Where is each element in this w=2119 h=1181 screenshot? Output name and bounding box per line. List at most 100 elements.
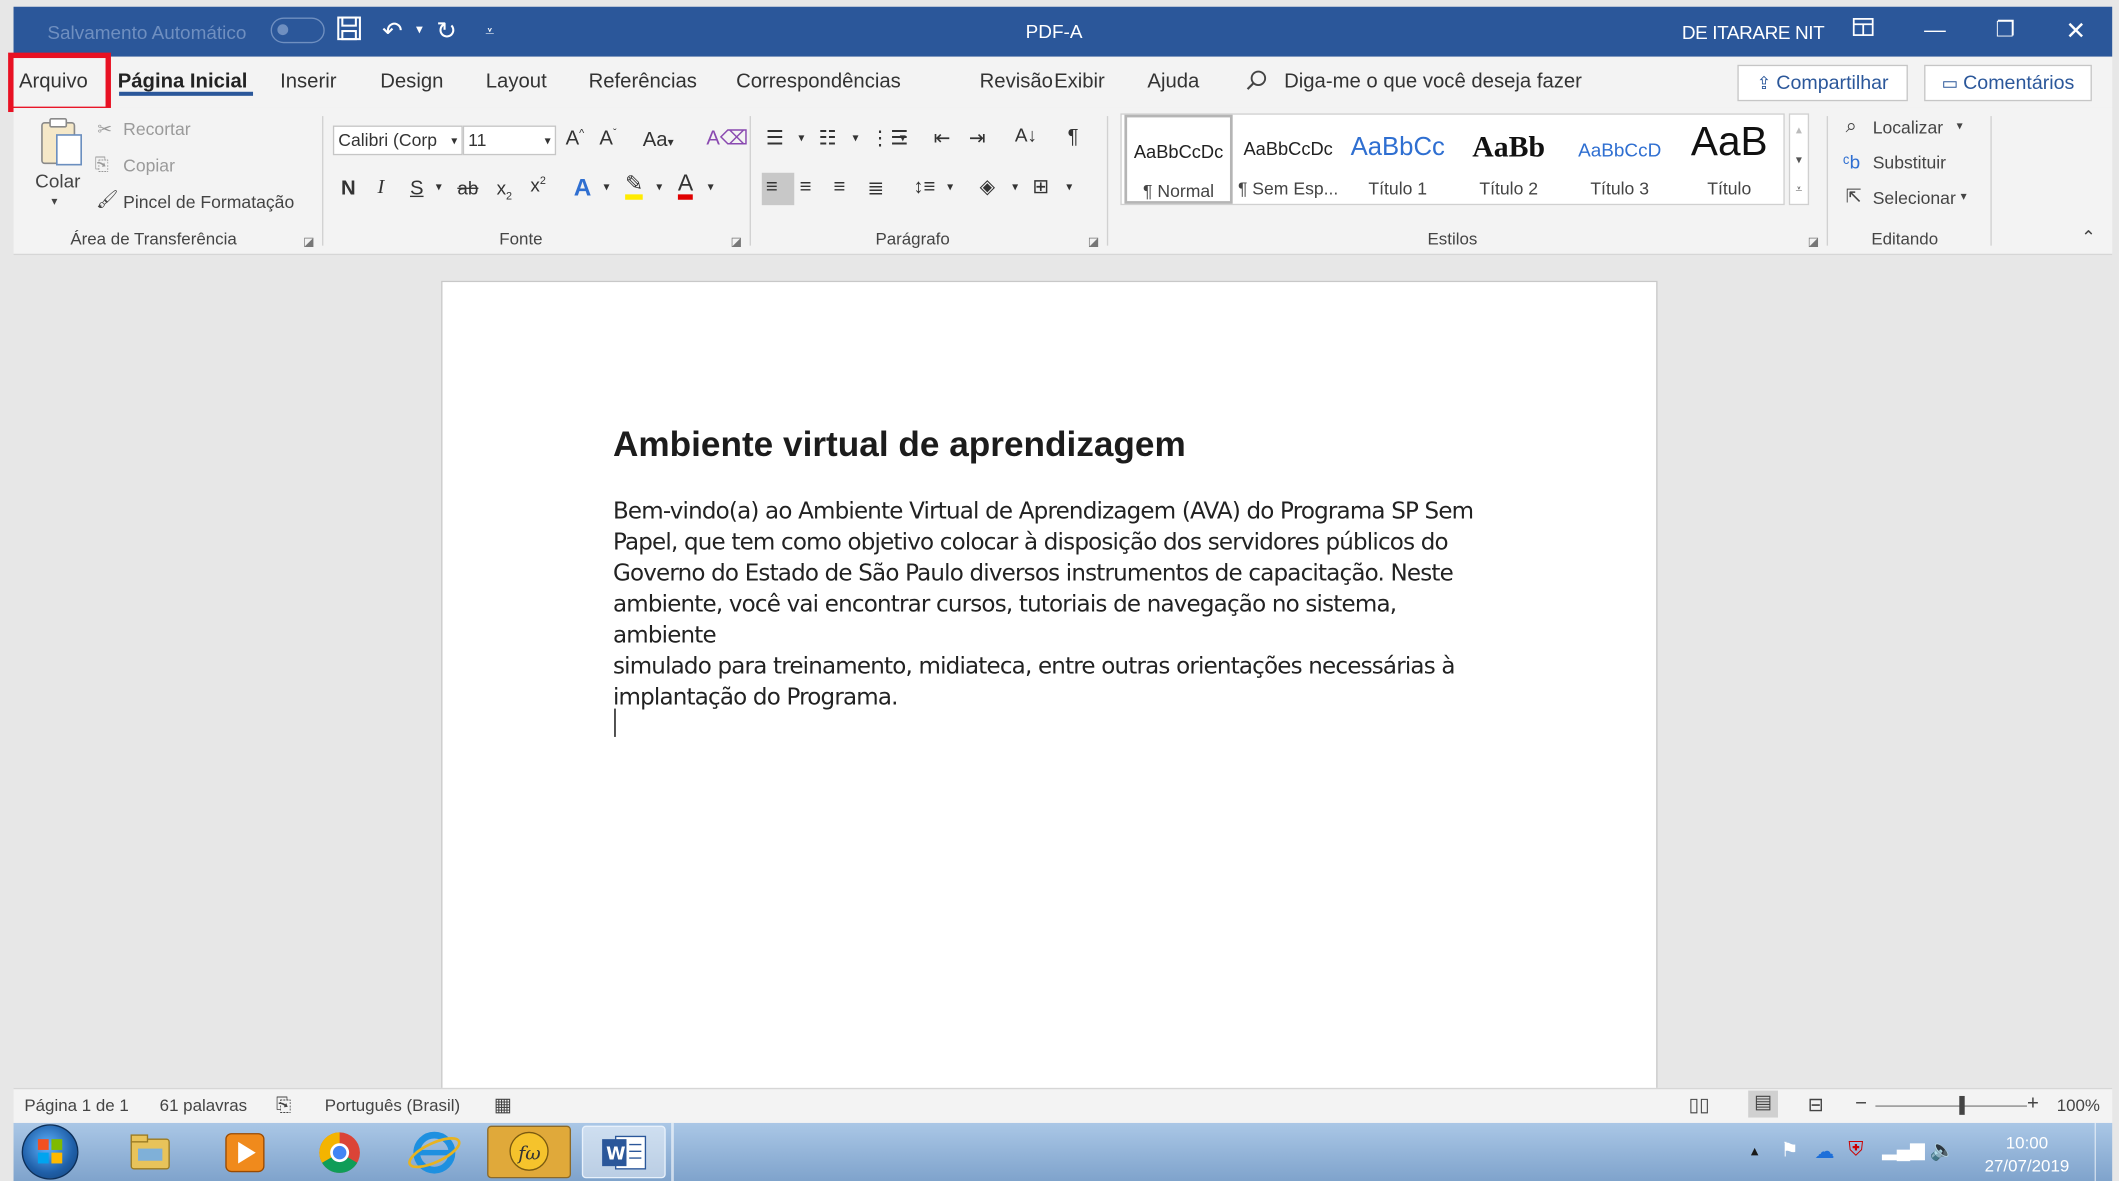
internet-explorer-icon[interactable] — [392, 1126, 476, 1179]
line-spacing-dropdown-icon[interactable]: ▾ — [947, 180, 953, 195]
strikethrough-button[interactable]: ab — [457, 177, 478, 199]
change-case-button[interactable]: Aa▾ — [643, 128, 674, 151]
network-icon[interactable]: ▂▄▆ — [1882, 1138, 1925, 1161]
grow-font-icon[interactable]: A^ — [566, 127, 585, 150]
font-name-dropdown-icon[interactable]: ▾ — [451, 127, 457, 154]
show-marks-icon[interactable]: ¶ — [1068, 126, 1079, 149]
align-center-icon[interactable]: ≡ — [800, 175, 812, 198]
bullets-icon[interactable]: ☰ — [766, 126, 784, 150]
font-name-combo[interactable]: Calibri (Corp ▾ — [332, 125, 463, 156]
styles-launcher-icon[interactable]: ◪ — [1808, 235, 1820, 250]
ribbon-display-options-icon[interactable] — [1832, 7, 1894, 57]
page-count[interactable]: Página 1 de 1 — [24, 1096, 128, 1115]
media-player-icon[interactable] — [203, 1126, 287, 1179]
decrease-indent-icon[interactable]: ⇤ — [934, 126, 951, 150]
style-normal[interactable]: AaBbCcDc ¶ Normal — [1124, 114, 1233, 204]
onedrive-icon[interactable]: ☁ — [1815, 1139, 1835, 1163]
close-icon[interactable]: ✕ — [2045, 7, 2107, 57]
tab-inserir[interactable]: Inserir — [280, 70, 336, 93]
style-heading-1[interactable]: AaBbCc Título 1 — [1345, 115, 1451, 204]
font-color-dropdown-icon[interactable]: ▾ — [708, 180, 714, 195]
tell-me-input[interactable]: Diga-me o que você deseja fazer — [1284, 70, 1582, 93]
search-icon[interactable] — [1245, 69, 1269, 93]
zoom-in-icon[interactable]: + — [2027, 1092, 2039, 1115]
highlight-dropdown-icon[interactable]: ▾ — [656, 180, 662, 195]
shading-icon[interactable]: ◈ — [980, 174, 996, 198]
zoom-level[interactable]: 100% — [2057, 1096, 2100, 1115]
copy-button[interactable]: Copiar — [123, 155, 175, 175]
tab-revisao[interactable]: Revisão — [980, 70, 1053, 93]
style-heading-2[interactable]: AaBb Título 2 — [1455, 115, 1563, 204]
volume-icon[interactable]: 🔈 — [1930, 1138, 1955, 1162]
text-effects-dropdown-icon[interactable]: ▾ — [603, 180, 609, 195]
multilevel-dropdown-icon[interactable]: ▾ — [900, 131, 906, 146]
subscript-icon[interactable]: x2 — [497, 177, 512, 202]
justify-icon[interactable]: ≣ — [867, 175, 884, 200]
save-icon[interactable] — [333, 15, 365, 47]
language[interactable]: Português (Brasil) — [325, 1096, 460, 1115]
chrome-icon[interactable] — [298, 1126, 382, 1179]
clipboard-launcher-icon[interactable]: ◪ — [303, 235, 315, 250]
tab-referencias[interactable]: Referências — [589, 70, 697, 93]
shrink-font-icon[interactable]: Aˇ — [599, 127, 616, 150]
clock[interactable]: 10:00 27/07/2019 — [1973, 1132, 2081, 1178]
sort-icon[interactable]: A↓ — [1015, 124, 1037, 146]
sp-sem-papel-app-icon[interactable]: fω — [487, 1125, 572, 1179]
paste-icon[interactable] — [38, 116, 87, 167]
tab-pagina-inicial[interactable]: Página Inicial — [118, 70, 248, 93]
styles-scroll-up-icon[interactable]: ▴ — [1790, 115, 1808, 145]
select-button[interactable]: Selecionar — [1873, 188, 1956, 208]
proofing-icon[interactable]: ⎘ — [276, 1093, 291, 1116]
minimize-icon[interactable]: — — [1904, 7, 1966, 57]
zoom-out-icon[interactable]: − — [1855, 1092, 1867, 1115]
replace-button[interactable]: Substituir — [1873, 153, 1946, 173]
underline-button[interactable]: S — [410, 177, 424, 200]
tab-exibir[interactable]: Exibir — [1054, 70, 1105, 93]
underline-dropdown-icon[interactable]: ▾ — [436, 180, 442, 195]
font-launcher-icon[interactable]: ◪ — [731, 235, 743, 250]
highlight-color-icon[interactable]: ✎ — [625, 173, 644, 200]
start-button[interactable] — [21, 1124, 79, 1180]
styles-scroll-down-icon[interactable]: ▾ — [1790, 144, 1808, 174]
bold-button[interactable]: N — [341, 177, 356, 200]
macro-icon[interactable]: ▦ — [494, 1093, 512, 1116]
restore-icon[interactable]: ❐ — [1974, 7, 2036, 57]
collapse-ribbon-icon[interactable]: ⌃ — [2081, 227, 2096, 249]
clear-formatting-icon[interactable]: A⌫ — [706, 126, 748, 150]
style-heading-3[interactable]: AaBbCcD Título 3 — [1567, 115, 1673, 204]
find-button[interactable]: Localizar — [1873, 117, 1943, 137]
user-name[interactable]: DE ITARARE NIT — [1682, 22, 1825, 44]
print-layout-icon[interactable]: ▤ — [1748, 1090, 1778, 1118]
word-icon[interactable]: W — [581, 1125, 666, 1179]
borders-icon[interactable]: ⊞ — [1032, 174, 1049, 198]
format-painter-button[interactable]: Pincel de Formatação — [123, 192, 294, 212]
increase-indent-icon[interactable]: ⇥ — [969, 126, 986, 150]
italic-button[interactable]: I — [378, 177, 385, 200]
security-icon[interactable]: ⛨ — [1848, 1138, 1863, 1161]
paste-label[interactable]: Colar — [35, 170, 80, 192]
align-right-icon[interactable]: ≡ — [834, 175, 846, 198]
tab-design[interactable]: Design — [380, 70, 443, 93]
style-title[interactable]: AaB Título — [1676, 115, 1782, 204]
customize-toolbar-icon[interactable]: ⩡ — [474, 15, 506, 47]
tab-layout[interactable]: Layout — [486, 70, 547, 93]
paste-dropdown-icon[interactable]: ▾ — [51, 194, 57, 209]
select-dropdown-icon[interactable]: ▾ — [1961, 189, 1967, 204]
share-button[interactable]: ⇪ Compartilhar — [1737, 64, 1908, 102]
tab-correspondencias[interactable]: Correspondências — [736, 70, 901, 93]
find-dropdown-icon[interactable]: ▾ — [1957, 119, 1963, 134]
document-body[interactable]: Bem-vindo(a) ao Ambiente Virtual de Apre… — [613, 497, 1479, 714]
read-mode-icon[interactable]: ▯▯ — [1689, 1093, 1710, 1116]
font-color-icon[interactable]: A — [677, 171, 694, 200]
numbering-icon[interactable]: ☷ — [819, 126, 837, 150]
borders-dropdown-icon[interactable]: ▾ — [1066, 180, 1072, 195]
paragraph-launcher-icon[interactable]: ◪ — [1088, 235, 1100, 250]
show-hidden-icons-icon[interactable]: ▴ — [1751, 1142, 1758, 1159]
word-count[interactable]: 61 palavras — [160, 1096, 247, 1115]
web-layout-icon[interactable]: ⊟ — [1808, 1093, 1824, 1116]
zoom-slider-thumb[interactable] — [1959, 1095, 1965, 1115]
text-effects-icon[interactable]: A — [574, 174, 592, 202]
redo-icon[interactable]: ↻ — [430, 15, 462, 47]
line-spacing-icon[interactable]: ↕≡ — [913, 175, 935, 198]
align-left-icon[interactable]: ≡ — [766, 175, 778, 198]
